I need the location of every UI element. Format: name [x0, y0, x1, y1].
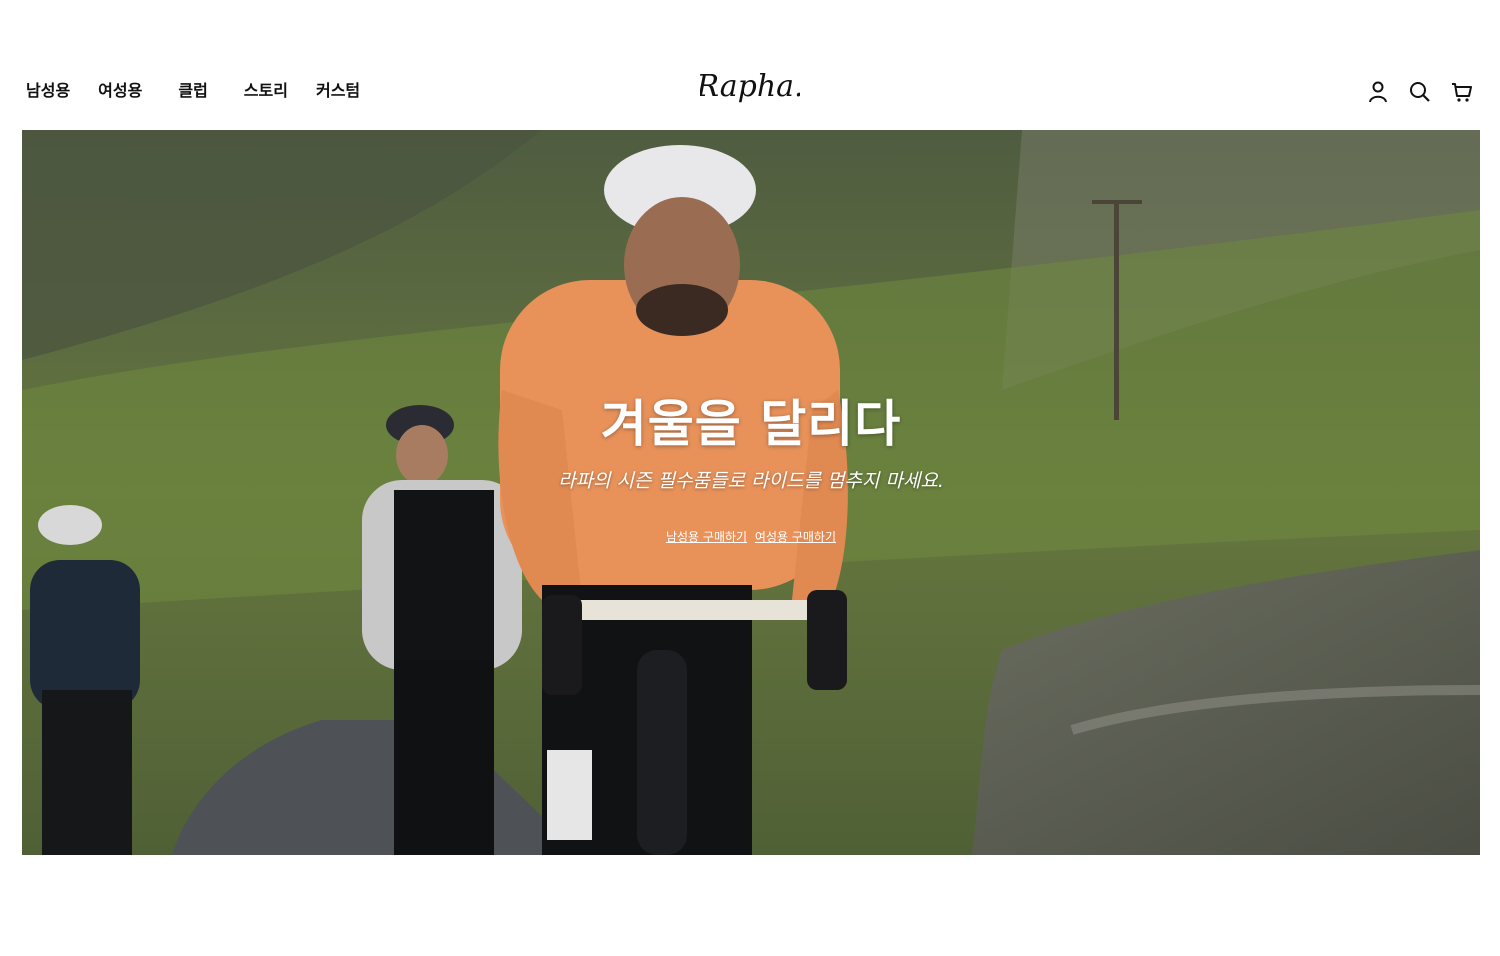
rapha-logo[interactable]: Rapha.	[700, 64, 800, 114]
hero-content: 겨울을 달리다 라파의 시즌 필수품들로 라이드를 멈추지 마세요. 남성용 구…	[22, 130, 1480, 855]
cart-icon[interactable]	[1450, 80, 1474, 104]
hero-subtitle: 라파의 시즌 필수품들로 라이드를 멈추지 마세요.	[558, 470, 944, 492]
hero-links: 남성용 구매하기 여성용 구매하기	[22, 528, 1480, 545]
hero-title: 겨울을 달리다	[600, 395, 902, 453]
svg-text:Rapha.: Rapha.	[700, 69, 800, 104]
site-header: 남성용 여성용 클럽 스토리 커스텀 Rapha.	[0, 0, 1500, 130]
nav-item-custom[interactable]: 커스텀	[316, 80, 360, 102]
nav-item-men[interactable]: 남성용	[26, 80, 70, 102]
main-nav: 남성용 여성용 클럽 스토리 커스텀	[26, 80, 360, 102]
hero-banner: 겨울을 달리다 라파의 시즌 필수품들로 라이드를 멈추지 마세요. 남성용 구…	[22, 130, 1480, 855]
shop-women-link[interactable]: 여성용 구매하기	[755, 530, 836, 544]
search-icon[interactable]	[1408, 80, 1432, 104]
account-icon[interactable]	[1366, 80, 1390, 104]
nav-item-stories[interactable]: 스토리	[244, 80, 288, 102]
nav-item-club[interactable]: 클럽	[178, 80, 207, 102]
shop-men-link[interactable]: 남성용 구매하기	[666, 530, 747, 544]
header-icons	[1366, 80, 1474, 104]
nav-item-women[interactable]: 여성용	[98, 80, 142, 102]
